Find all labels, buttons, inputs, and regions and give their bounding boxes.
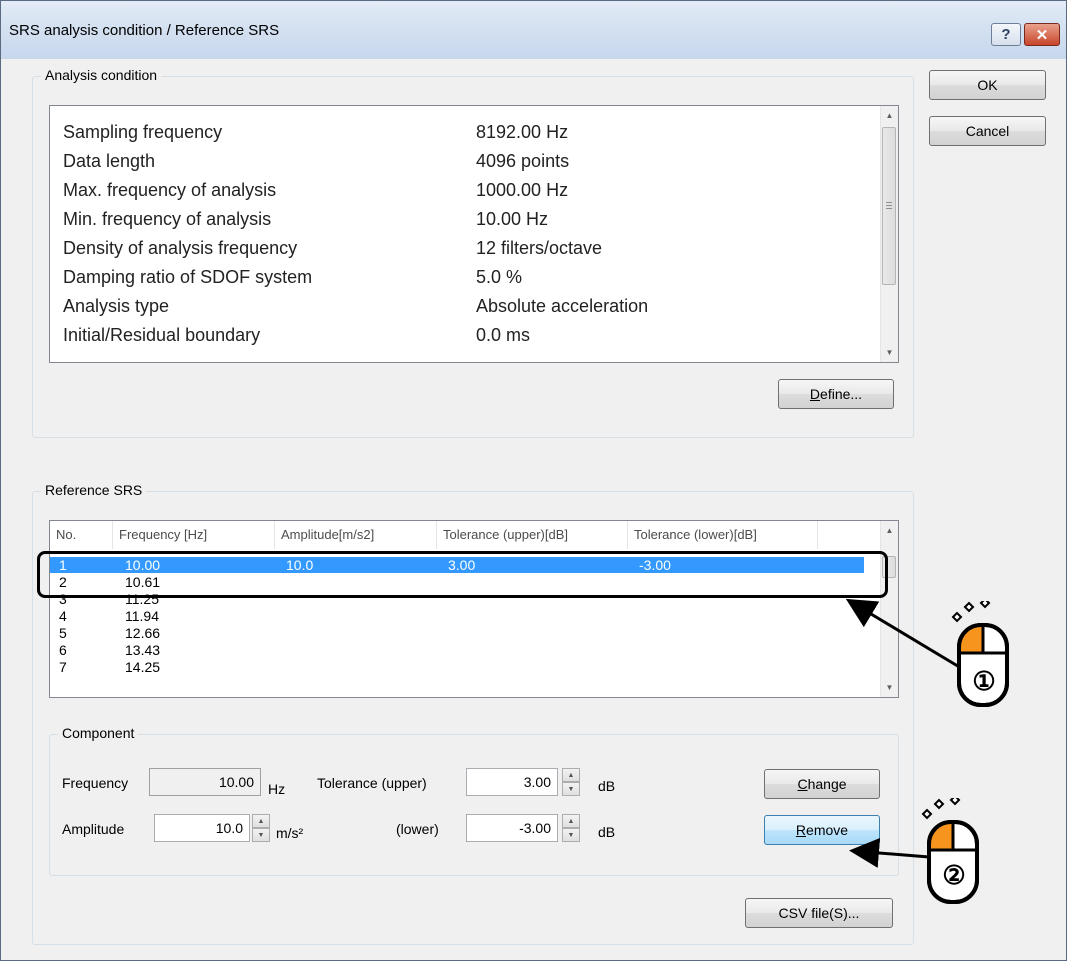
mouse-click-2-icon: ② <box>911 794 991 908</box>
step-2-badge: ② <box>942 860 966 890</box>
dialog-window: SRS analysis condition / Reference SRS ?… <box>0 0 1067 961</box>
step-1-badge: ① <box>972 666 996 696</box>
annotation-arrows <box>845 598 962 868</box>
mouse-click-1-icon: ① <box>941 597 1021 711</box>
